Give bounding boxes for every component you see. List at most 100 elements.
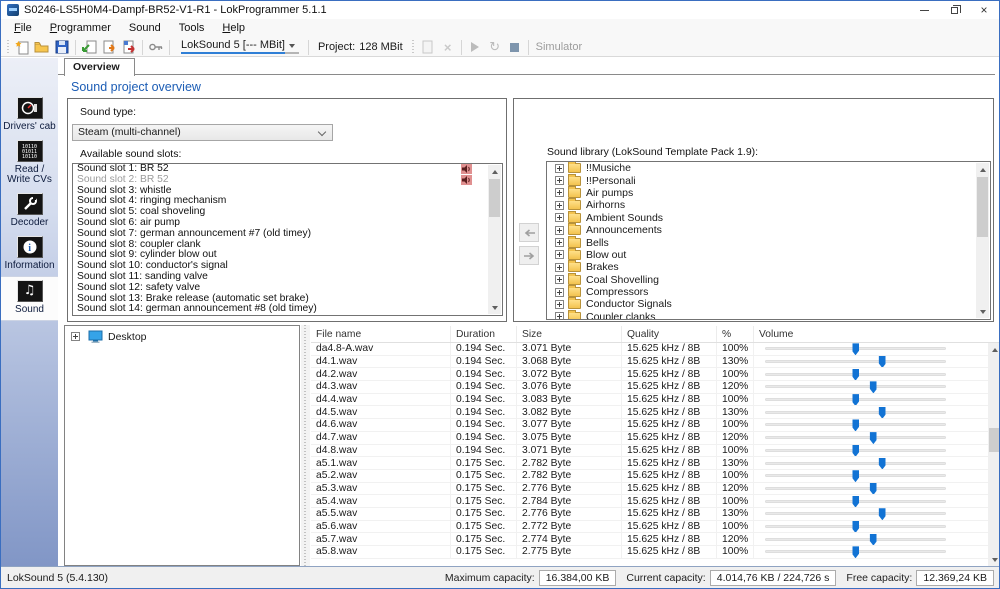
- volume-slider-thumb[interactable]: [852, 419, 859, 430]
- volume-slider-thumb[interactable]: [852, 369, 859, 380]
- expand-plus-icon[interactable]: [555, 288, 564, 297]
- volume-slider-thumb[interactable]: [879, 356, 886, 367]
- tree-item-desktop[interactable]: Desktop: [71, 330, 299, 343]
- library-folder-item[interactable]: !!Musiche: [547, 162, 976, 174]
- file-row[interactable]: d4.4.wav 0.194 Sec. 3.083 Byte 15.625 kH…: [311, 394, 1000, 407]
- vertical-splitter[interactable]: [301, 325, 310, 566]
- library-folder-item[interactable]: Coupler clanks: [547, 311, 976, 320]
- volume-slider[interactable]: [765, 449, 946, 452]
- expand-plus-icon[interactable]: [71, 332, 80, 341]
- file-row[interactable]: a5.3.wav 0.175 Sec. 2.776 Byte 15.625 kH…: [311, 483, 1000, 496]
- volume-slider-thumb[interactable]: [852, 343, 859, 354]
- library-folder-item[interactable]: Ambient Sounds: [547, 212, 976, 224]
- scrollbar-slots[interactable]: [488, 165, 501, 314]
- file-row[interactable]: da4.8-A.wav 0.194 Sec. 3.071 Byte 15.625…: [311, 343, 1000, 356]
- volume-slider[interactable]: [765, 360, 946, 363]
- column-header-size[interactable]: Size: [517, 326, 622, 342]
- library-folder-item[interactable]: Conductor Signals: [547, 298, 976, 310]
- library-folder-item[interactable]: Announcements: [547, 224, 976, 236]
- scroll-thumb[interactable]: [977, 177, 988, 237]
- file-row[interactable]: a5.5.wav 0.175 Sec. 2.776 Byte 15.625 kH…: [311, 508, 1000, 521]
- scroll-down-arrow[interactable]: [988, 553, 1000, 566]
- volume-slider[interactable]: [765, 487, 946, 490]
- volume-slider-thumb[interactable]: [870, 483, 877, 494]
- expand-plus-icon[interactable]: [555, 176, 564, 185]
- simulator-button[interactable]: Simulator: [536, 41, 582, 53]
- read-decoder-button[interactable]: [79, 39, 99, 56]
- move-left-button[interactable]: [519, 223, 539, 242]
- library-folder-item[interactable]: Compressors: [547, 286, 976, 298]
- file-row[interactable]: d4.2.wav 0.194 Sec. 3.072 Byte 15.625 kH…: [311, 368, 1000, 381]
- volume-slider[interactable]: [765, 474, 946, 477]
- file-row[interactable]: d4.1.wav 0.194 Sec. 3.068 Byte 15.625 kH…: [311, 356, 1000, 369]
- volume-slider-thumb[interactable]: [852, 546, 859, 557]
- restore-button[interactable]: [939, 1, 969, 19]
- sidebar-item-sound[interactable]: ♫ Sound: [1, 276, 58, 321]
- library-folder-item[interactable]: !!Personali: [547, 174, 976, 186]
- file-row[interactable]: a5.6.wav 0.175 Sec. 2.772 Byte 15.625 kH…: [311, 521, 1000, 534]
- menu-item[interactable]: File: [5, 19, 41, 38]
- volume-slider-thumb[interactable]: [879, 407, 886, 418]
- sound-type-select[interactable]: Steam (multi-channel): [72, 124, 333, 141]
- expand-plus-icon[interactable]: [555, 213, 564, 222]
- volume-slider-thumb[interactable]: [879, 458, 886, 469]
- scroll-up-arrow[interactable]: [988, 343, 1000, 356]
- sidebar-item-decoder[interactable]: Decoder: [1, 190, 58, 233]
- expand-plus-icon[interactable]: [555, 312, 564, 320]
- close-button[interactable]: ×: [969, 1, 999, 19]
- expand-plus-icon[interactable]: [555, 226, 564, 235]
- volume-slider-thumb[interactable]: [852, 445, 859, 456]
- volume-slider-thumb[interactable]: [870, 534, 877, 545]
- scroll-up-arrow[interactable]: [488, 165, 501, 178]
- expand-plus-icon[interactable]: [555, 201, 564, 210]
- file-row[interactable]: d4.7.wav 0.194 Sec. 3.075 Byte 15.625 kH…: [311, 432, 1000, 445]
- volume-slider-thumb[interactable]: [852, 470, 859, 481]
- menu-item[interactable]: Help: [213, 19, 254, 38]
- library-folder-item[interactable]: Airhorns: [547, 199, 976, 211]
- document-disabled-button[interactable]: [418, 39, 438, 56]
- expand-plus-icon[interactable]: [555, 188, 564, 197]
- menu-item[interactable]: Sound: [120, 19, 170, 38]
- column-header-filename[interactable]: File name: [311, 326, 451, 342]
- library-folder-item[interactable]: Bells: [547, 236, 976, 248]
- volume-slider-thumb[interactable]: [870, 381, 877, 392]
- device-selector[interactable]: LokSound 5 [--- MBit]: [177, 39, 301, 55]
- speaker-icon[interactable]: [461, 164, 472, 174]
- scrollbar-library[interactable]: [976, 163, 989, 318]
- volume-slider[interactable]: [765, 512, 946, 515]
- column-header-quality[interactable]: Quality: [622, 326, 717, 342]
- file-row[interactable]: a5.2.wav 0.175 Sec. 2.782 Byte 15.625 kH…: [311, 470, 1000, 483]
- minimize-button[interactable]: [909, 1, 939, 19]
- file-row[interactable]: a5.1.wav 0.175 Sec. 2.782 Byte 15.625 kH…: [311, 457, 1000, 470]
- cancel-button[interactable]: ×: [438, 39, 458, 56]
- volume-slider-thumb[interactable]: [852, 394, 859, 405]
- volume-slider[interactable]: [765, 462, 946, 465]
- move-right-button[interactable]: [519, 246, 539, 265]
- column-header-duration[interactable]: Duration: [451, 326, 517, 342]
- volume-slider[interactable]: [765, 385, 946, 388]
- volume-slider[interactable]: [765, 500, 946, 503]
- volume-slider[interactable]: [765, 373, 946, 376]
- volume-slider[interactable]: [765, 398, 946, 401]
- column-header-percent[interactable]: %: [717, 326, 754, 342]
- sidebar-item-read-write-cvs[interactable]: 101100101110110 Read / Write CVs: [1, 137, 58, 190]
- library-folder-item[interactable]: Coal Shovelling: [547, 274, 976, 286]
- new-project-button[interactable]: [12, 39, 32, 56]
- expand-plus-icon[interactable]: [555, 250, 564, 259]
- file-row[interactable]: d4.8.wav 0.194 Sec. 3.071 Byte 15.625 kH…: [311, 445, 1000, 458]
- sidebar-item-drivers-cab[interactable]: Drivers' cab: [1, 94, 58, 137]
- scroll-thumb[interactable]: [489, 179, 500, 217]
- volume-slider[interactable]: [765, 347, 946, 350]
- volume-slider-thumb[interactable]: [852, 496, 859, 507]
- transfer-button[interactable]: [119, 39, 139, 56]
- sound-slot-item[interactable]: Sound slot 14: german announcement #8 (o…: [73, 304, 488, 315]
- stop-button[interactable]: [505, 39, 525, 56]
- expand-plus-icon[interactable]: [555, 263, 564, 272]
- key-button[interactable]: [146, 39, 166, 56]
- menu-item[interactable]: Tools: [170, 19, 214, 38]
- write-decoder-button[interactable]: [99, 39, 119, 56]
- column-header-volume[interactable]: Volume: [754, 326, 960, 342]
- open-project-button[interactable]: [32, 39, 52, 56]
- file-row[interactable]: a5.7.wav 0.175 Sec. 2.774 Byte 15.625 kH…: [311, 533, 1000, 546]
- library-folder-item[interactable]: Blow out: [547, 249, 976, 261]
